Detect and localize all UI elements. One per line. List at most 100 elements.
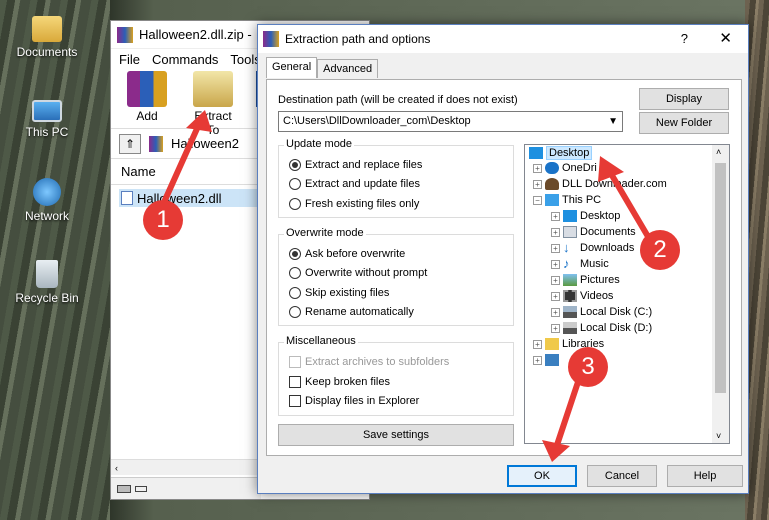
tree-item-desktop[interactable]: Desktop: [529, 146, 593, 160]
desktop-icon-this-pc[interactable]: This PC: [6, 92, 88, 139]
dialog-tabs: General Advanced: [266, 57, 379, 78]
tree-item-local-disk-c[interactable]: + Local Disk (C:): [551, 306, 652, 318]
help-icon[interactable]: ?: [681, 31, 688, 46]
drive-icon: [563, 322, 577, 334]
dialog-title: Extraction path and options: [285, 32, 431, 46]
radio-icon: [289, 248, 301, 260]
tree-item-onedrive[interactable]: + OneDri: [533, 162, 597, 174]
computer-icon: [32, 100, 62, 122]
tree-item-downloads[interactable]: + ↓ Downloads: [551, 241, 634, 254]
expand-icon[interactable]: +: [551, 307, 560, 317]
checkbox-keep-broken[interactable]: Keep broken files: [289, 376, 390, 388]
tree-item-videos[interactable]: + Videos: [551, 290, 613, 302]
pictures-icon: [563, 274, 577, 286]
expand-icon[interactable]: +: [551, 259, 560, 269]
step-2-badge: 2: [640, 230, 680, 270]
cancel-button[interactable]: Cancel: [587, 465, 657, 487]
desktop-icon-documents[interactable]: Documents: [6, 10, 88, 59]
add-button[interactable]: Add: [121, 71, 173, 126]
scroll-left-icon: ‹: [115, 463, 118, 473]
radio-icon: [289, 287, 301, 299]
save-settings-button[interactable]: Save settings: [278, 424, 514, 446]
tree-item-pc-desktop[interactable]: + Desktop: [551, 210, 620, 222]
tree-item-this-pc[interactable]: − This PC: [533, 194, 601, 206]
user-icon: [545, 178, 559, 190]
computer-icon: [545, 194, 559, 206]
expand-icon[interactable]: +: [533, 163, 542, 173]
new-folder-button[interactable]: New Folder: [639, 112, 729, 134]
extract-to-icon: [193, 71, 233, 107]
radio-extract-update[interactable]: Extract and update files: [289, 178, 420, 190]
radio-skip-existing[interactable]: Skip existing files: [289, 287, 389, 299]
expand-icon[interactable]: +: [533, 179, 542, 189]
tree-item-pictures[interactable]: + Pictures: [551, 274, 620, 286]
up-folder-button[interactable]: ⇑: [119, 133, 141, 154]
extract-to-button[interactable]: Extract To: [187, 71, 239, 137]
expand-icon[interactable]: +: [551, 243, 560, 253]
scroll-down-icon[interactable]: ˅: [716, 431, 721, 441]
radio-icon: [289, 178, 301, 190]
destination-path-combo[interactable]: C:\Users\DllDownloader_com\Desktop ▼: [278, 111, 623, 132]
checkbox-icon: [289, 376, 301, 388]
add-archive-icon: [127, 71, 167, 107]
drive-icon: [117, 484, 131, 493]
radio-fresh-existing[interactable]: Fresh existing files only: [289, 198, 419, 210]
folder-tree[interactable]: Desktop + OneDri + DLL Downloader.com − Thi…: [524, 144, 730, 444]
tree-item-documents[interactable]: + Documents: [551, 226, 636, 238]
menu-commands[interactable]: Commands: [152, 52, 218, 67]
tree-item-user[interactable]: + DLL Downloader.com: [533, 178, 667, 190]
tree-item-local-disk-d[interactable]: + Local Disk (D:): [551, 322, 652, 334]
videos-icon: [563, 290, 577, 302]
checkbox-icon: [289, 395, 301, 407]
file-row[interactable]: Halloween2.dll: [119, 189, 259, 207]
step-1-badge: 1: [143, 200, 183, 240]
archive-path[interactable]: Halloween2: [171, 136, 239, 151]
radio-extract-replace[interactable]: Extract and replace files: [289, 159, 422, 171]
winrar-app-icon: [117, 26, 133, 43]
expand-icon[interactable]: +: [533, 339, 542, 349]
expand-icon[interactable]: +: [551, 323, 560, 333]
music-note-icon: ♪: [563, 256, 570, 271]
collapse-icon[interactable]: −: [533, 195, 542, 205]
libraries-icon: [545, 338, 559, 350]
file-name: Halloween2.dll: [137, 190, 222, 206]
radio-icon: [289, 306, 301, 318]
expand-icon[interactable]: +: [551, 291, 560, 301]
checkbox-extract-subfolders: Extract archives to subfolders: [289, 356, 449, 368]
step-3-badge: 3: [568, 347, 608, 387]
radio-rename-automatically[interactable]: Rename automatically: [289, 306, 414, 318]
display-button[interactable]: Display: [639, 88, 729, 110]
expand-icon[interactable]: +: [551, 227, 560, 237]
destination-label: Destination path (will be created if doe…: [278, 94, 518, 106]
expand-icon[interactable]: +: [533, 355, 542, 365]
general-panel: Destination path (will be created if doe…: [266, 79, 742, 456]
desktop-icon-recycle-bin[interactable]: Recycle Bin: [6, 256, 88, 305]
radio-overwrite-without-prompt[interactable]: Overwrite without prompt: [289, 267, 427, 279]
menu-file[interactable]: File: [119, 52, 140, 67]
chevron-down-icon[interactable]: ▼: [608, 112, 618, 131]
ok-button[interactable]: OK: [507, 465, 577, 487]
dialog-titlebar[interactable]: Extraction path and options ? ✕: [258, 25, 748, 53]
tab-advanced[interactable]: Advanced: [317, 59, 379, 78]
archive-path-icon: [149, 135, 163, 152]
close-icon[interactable]: ✕: [719, 29, 732, 47]
tree-scrollbar[interactable]: ˄ ˅: [712, 145, 729, 443]
expand-icon[interactable]: +: [551, 211, 560, 221]
radio-icon: [289, 198, 301, 210]
tab-general[interactable]: General: [266, 57, 318, 78]
tree-item-music[interactable]: + ♪ Music: [551, 256, 609, 271]
help-button[interactable]: Help: [667, 465, 743, 487]
expand-icon[interactable]: +: [551, 275, 560, 285]
desktop-icon-network[interactable]: Network: [6, 174, 88, 223]
radio-icon: [289, 267, 301, 279]
radio-ask-before-overwrite[interactable]: Ask before overwrite: [289, 248, 405, 260]
checkbox-icon: [289, 356, 301, 368]
horizontal-scrollbar[interactable]: ‹: [111, 459, 261, 475]
scrollbar-thumb[interactable]: [715, 163, 726, 393]
dialog-app-icon: [263, 31, 279, 47]
documents-icon: [563, 226, 577, 238]
folder-icon: [32, 16, 62, 42]
overwrite-mode-title: Overwrite mode: [284, 227, 366, 239]
checkbox-display-in-explorer[interactable]: Display files in Explorer: [289, 395, 419, 407]
scroll-up-icon[interactable]: ˄: [716, 147, 721, 157]
